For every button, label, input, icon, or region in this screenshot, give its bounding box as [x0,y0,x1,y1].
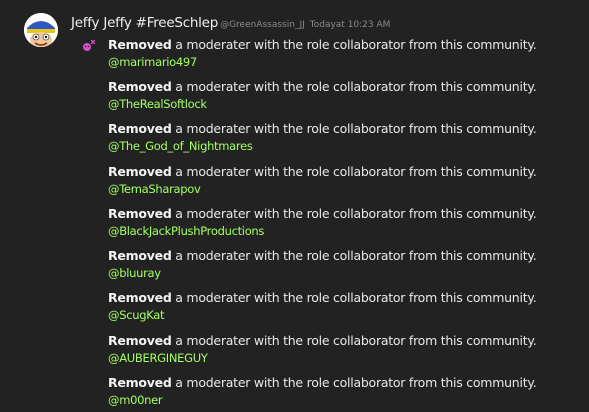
entry-action: Removed [108,121,172,136]
puppet-avatar-icon [24,13,58,47]
entry-username-link[interactable]: @m00ner [108,393,536,407]
entry-line: Removed a moderater with the role collab… [108,290,537,305]
log-entry: Removed a moderater with the role collab… [108,375,537,407]
log-entry: Removed a moderater with the role collab… [108,248,537,280]
entry-action: Removed [108,79,172,94]
entry-username-link[interactable]: @marimario497 [108,55,536,69]
author-name[interactable]: Jeffy Jeffy #FreeSchlep [71,15,218,31]
entry-username-link[interactable]: @bluuray [108,266,536,280]
entry-action: Removed [108,248,172,263]
log-entry: Removed a moderater with the role collab… [108,290,537,322]
log-entry: Removed a moderater with the role collab… [108,121,537,153]
entry-username-link[interactable]: @BlackJackPlushProductions [108,224,536,238]
entry-username-link[interactable]: @TheRealSoftlock [108,97,536,111]
entry-message: a moderater with the role collaborator f… [175,37,537,52]
entry-line: Removed a moderater with the role collab… [108,121,537,136]
activity-feed: Jeffy Jeffy #FreeSchlep @GreenAssassin_JJ… [0,0,589,412]
entry-line: Removed a moderater with the role collab… [108,248,537,263]
entry-username-link[interactable]: @ScugKat [108,308,536,322]
post-header: Jeffy Jeffy #FreeSchlep @GreenAssassin_JJ… [71,12,391,31]
entry-line: Removed a moderater with the role collab… [108,375,537,390]
entry-message: a moderater with the role collaborator f… [175,333,537,348]
entry-line: Removed a moderater with the role collab… [108,164,537,179]
post-timestamp: Todayat 10:23 AM [309,20,391,30]
entry-line: Removed a moderater with the role collab… [108,206,537,221]
entry-message: a moderater with the role collaborator f… [175,206,537,221]
entry-message: a moderater with the role collaborator f… [175,375,537,390]
entry-action: Removed [108,333,172,348]
log-entry: Removed a moderater with the role collab… [108,79,537,111]
entry-action: Removed [108,206,172,221]
entry-message: a moderater with the role collaborator f… [175,248,537,263]
log-entry: Removed a moderater with the role collab… [108,333,537,365]
entry-action: Removed [108,375,172,390]
log-entry: Removed a moderater with the role collab… [108,206,537,238]
entry-message: a moderater with the role collaborator f… [175,79,537,94]
entry-line: Removed a moderater with the role collab… [108,333,537,348]
author-handle[interactable]: @GreenAssassin_JJ [220,20,305,30]
entry-message: a moderater with the role collaborator f… [175,164,537,179]
entry-username-link[interactable]: @The_God_of_Nightmares [108,139,536,153]
entry-username-link[interactable]: @AUBERGINEGUY [108,351,536,365]
entry-action: Removed [108,164,172,179]
moderation-event-icon [81,38,97,52]
entry-action: Removed [108,290,172,305]
log-entry: Removed a moderater with the role collab… [108,164,537,196]
entry-line: Removed a moderater with the role collab… [108,37,537,52]
log-entry: Removed a moderater with the role collab… [108,37,537,69]
entry-line: Removed a moderater with the role collab… [108,79,537,94]
entry-action: Removed [108,37,172,52]
entry-message: a moderater with the role collaborator f… [175,290,537,305]
entry-message: a moderater with the role collaborator f… [175,121,537,136]
author-avatar[interactable] [24,13,58,47]
entry-username-link[interactable]: @TemaSharapov [108,182,536,196]
